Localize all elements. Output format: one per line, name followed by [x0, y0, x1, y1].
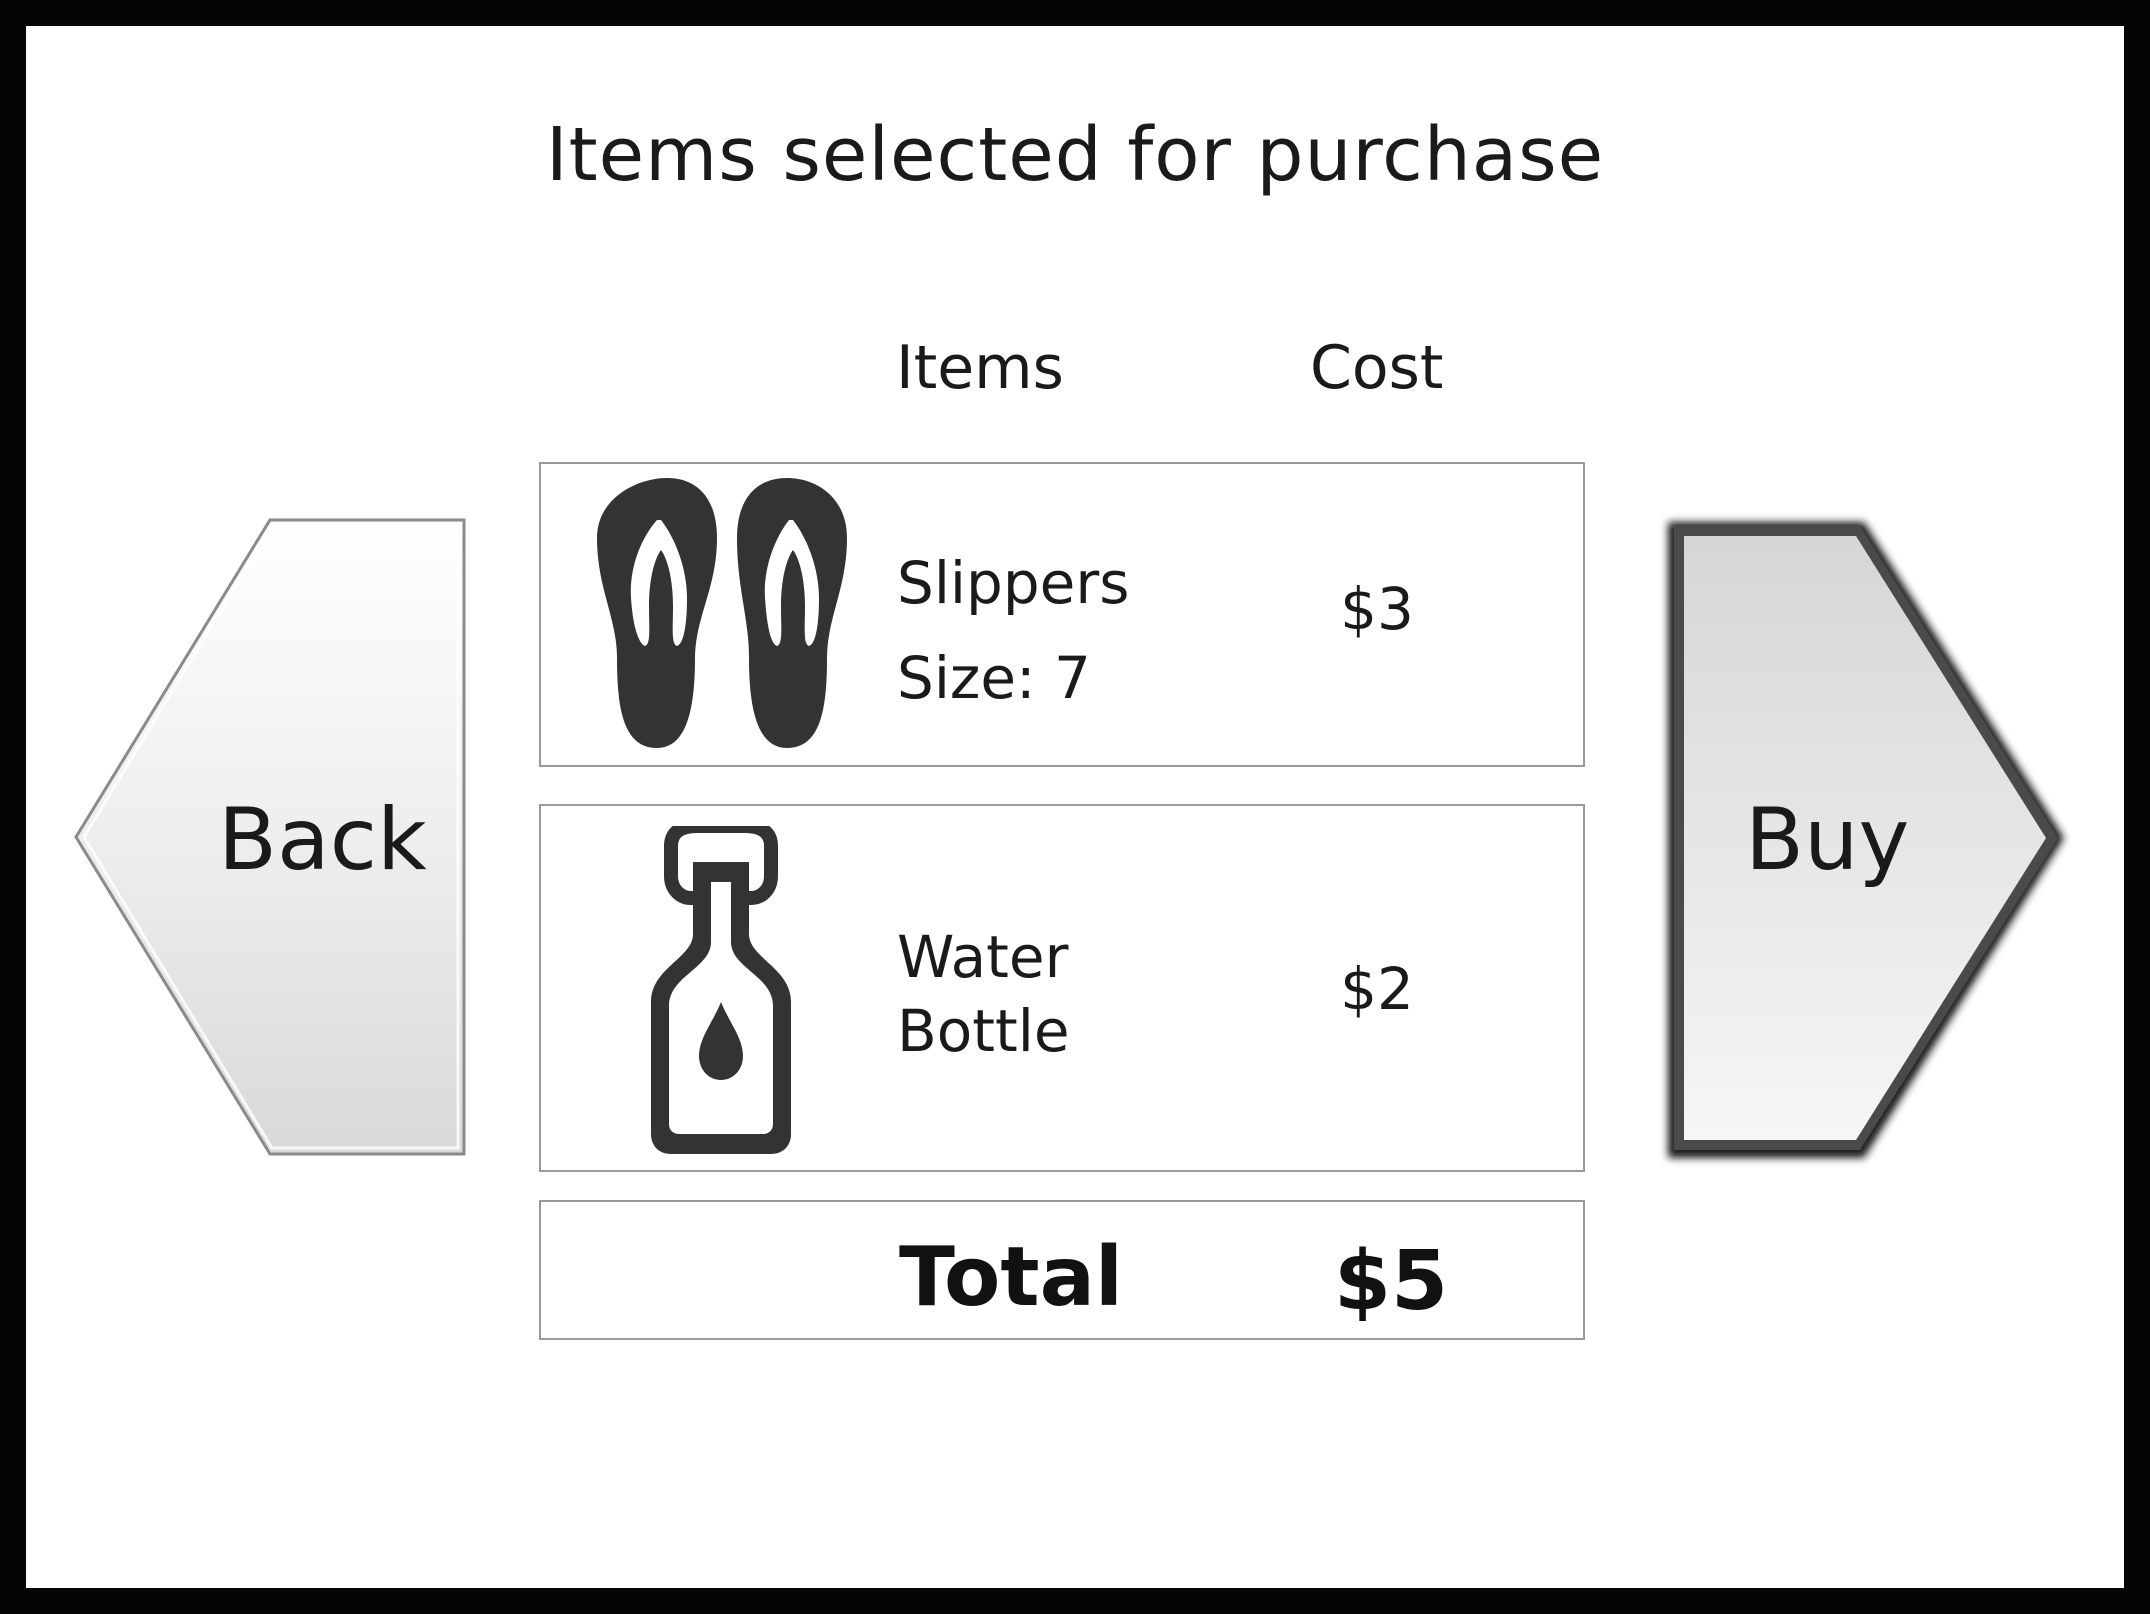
- water-bottle-icon: [651, 826, 791, 1154]
- back-button-label[interactable]: Back: [218, 790, 427, 890]
- total-label: Total: [899, 1230, 1124, 1325]
- buy-button-label[interactable]: Buy: [1745, 790, 1909, 890]
- items-column-header: Items: [896, 333, 1064, 403]
- total-value: $5: [1333, 1234, 1449, 1329]
- item-name-line2: Bottle: [897, 997, 1070, 1065]
- cost-column-header: Cost: [1310, 333, 1444, 403]
- item-size: Size: 7: [897, 644, 1091, 712]
- total-row: Total $5: [539, 1200, 1585, 1340]
- cart-item-row: Slippers Size: 7 $3: [539, 462, 1585, 767]
- item-name: Slippers: [897, 549, 1130, 617]
- cart-item-row: Water Bottle $2: [539, 804, 1585, 1172]
- flip-flops-icon: [597, 478, 847, 748]
- item-cost: $3: [1340, 575, 1414, 643]
- page-title: Items selected for purchase: [545, 112, 1605, 198]
- item-name-line1: Water: [897, 923, 1069, 991]
- item-cost: $2: [1340, 955, 1414, 1023]
